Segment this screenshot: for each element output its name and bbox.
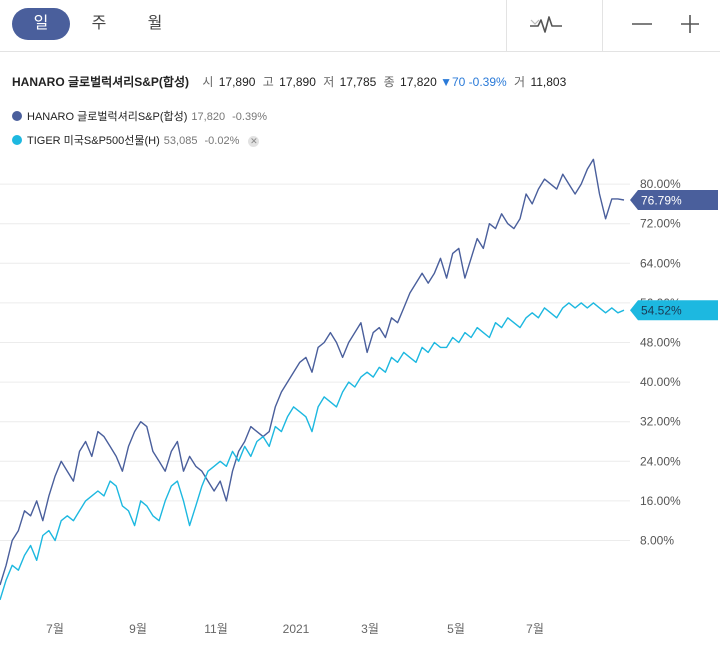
x-tick-label: 7월 [526,622,544,636]
badge-label: 54.52% [641,304,682,318]
y-tick-label: 24.00% [640,454,681,468]
x-tick-label: 7월 [46,622,64,636]
x-tick-label: 2021 [283,622,310,636]
y-tick-label: 32.00% [640,415,681,429]
y-tick-label: 40.00% [640,375,681,389]
y-tick-label: 48.00% [640,336,681,350]
series-line-1 [0,158,625,586]
y-tick-label: 16.00% [640,494,681,508]
badge-label: 76.79% [641,193,682,207]
last-value-badge: 54.52% [630,300,718,321]
last-value-badge: 76.79% [630,189,718,210]
series-lines [0,158,625,601]
y-tick-label: 64.00% [640,256,681,270]
x-tick-label: 9월 [129,622,147,636]
y-axis-ticks: 8.00%16.00%24.00%32.00%40.00%48.00%56.00… [640,177,681,547]
line-chart: 8.00%16.00%24.00%32.00%40.00%48.00%56.00… [0,158,718,636]
x-tick-label: 5월 [447,622,465,636]
last-value-badges: 76.79% 54.52% [630,189,718,321]
x-axis-ticks: 7월 9월 11월 2021 3월 5월 7월 [46,622,544,636]
x-tick-label: 11월 [204,622,228,636]
y-tick-label: 8.00% [640,534,674,548]
y-tick-label: 72.00% [640,217,681,231]
x-tick-label: 3월 [361,622,379,636]
y-tick-label: 80.00% [640,177,681,191]
